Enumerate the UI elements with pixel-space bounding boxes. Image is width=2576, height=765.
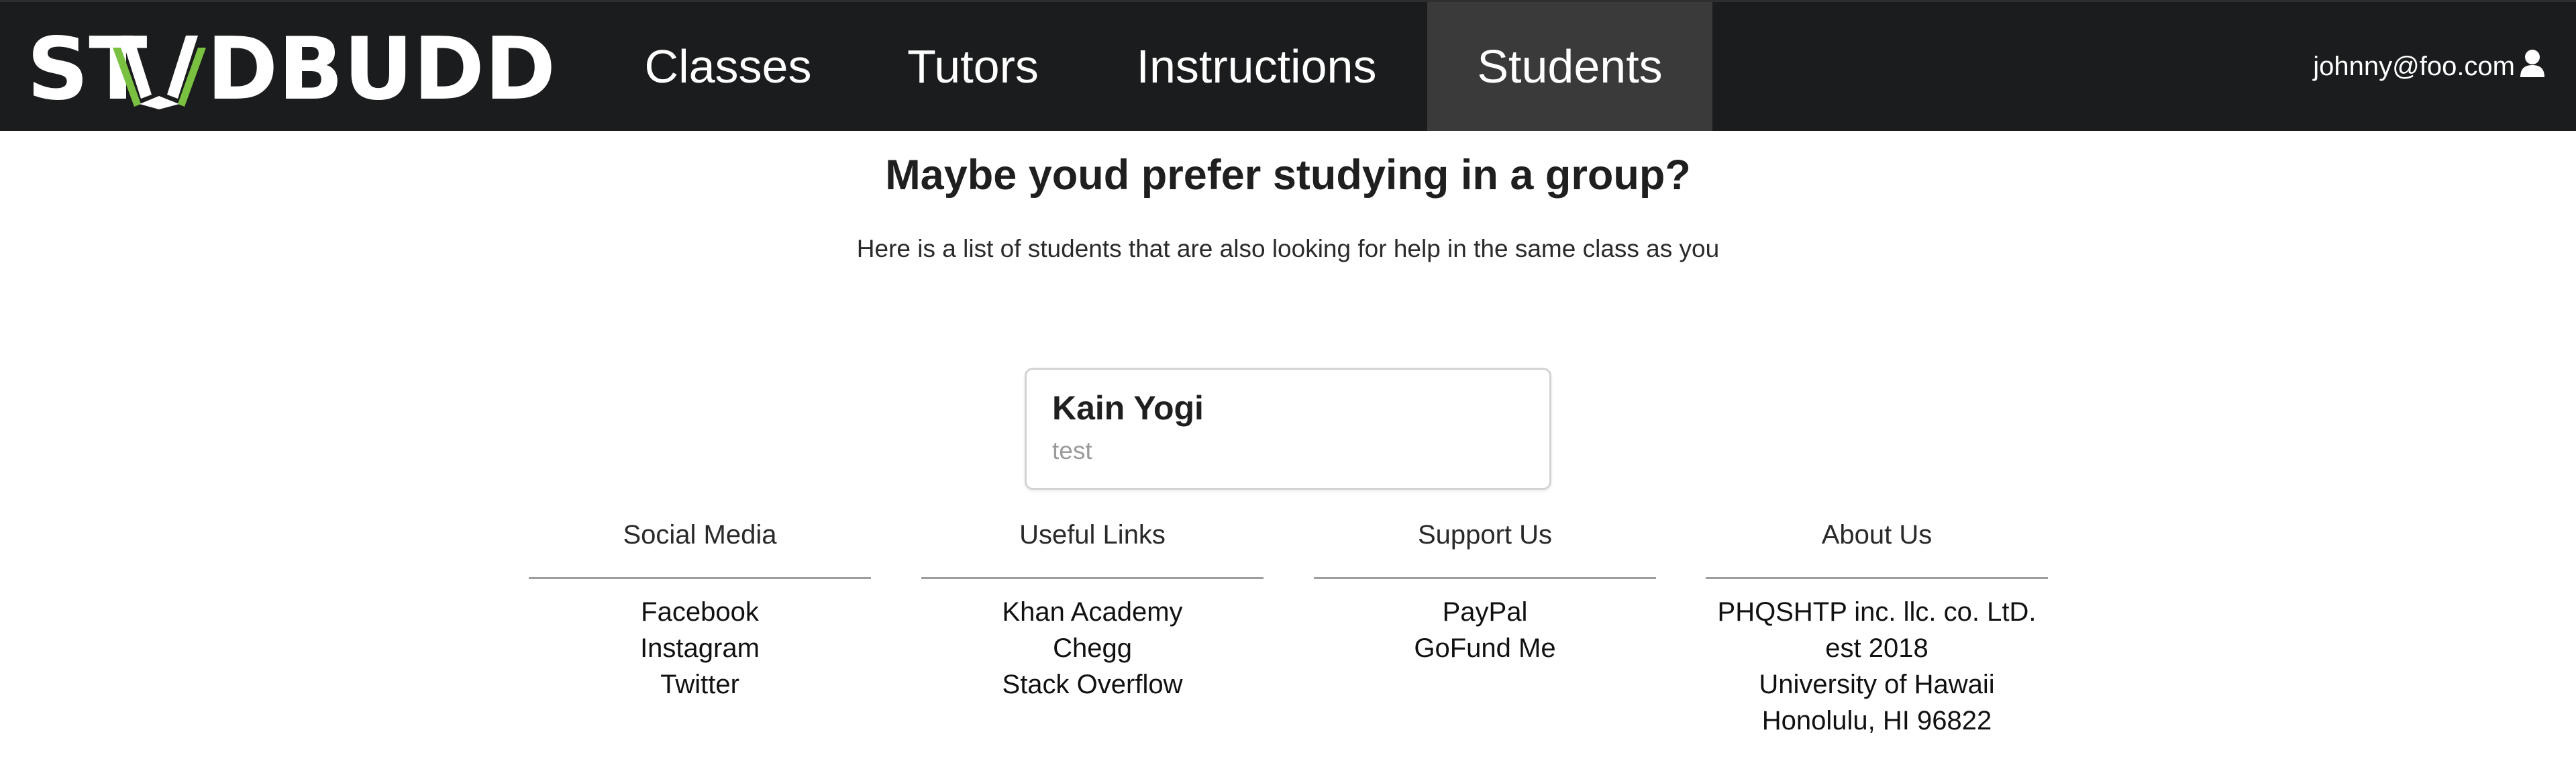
top-navbar: ST DBUDD Classes Tutors Instructions Stu… — [0, 0, 2576, 131]
footer-link-paypal[interactable]: PayPal — [1314, 594, 1656, 630]
footer-link-khan-academy[interactable]: Khan Academy — [921, 594, 1264, 630]
footer-divider — [1706, 577, 2048, 579]
footer-divider — [1314, 577, 1656, 579]
studbudd-logo[interactable]: ST DBUDD — [27, 21, 564, 115]
footer-link-facebook[interactable]: Facebook — [529, 594, 871, 630]
footer-link-instagram[interactable]: Instagram — [529, 630, 871, 666]
footer-useful-title: Useful Links — [1019, 520, 1166, 550]
footer-about-us: About Us PHQSHTP inc. llc. co. LtD. est … — [1706, 517, 2048, 739]
svg-text:ST: ST — [27, 21, 148, 115]
nav-tutors[interactable]: Tutors — [866, 2, 1080, 131]
footer-about-university: University of Hawaii — [1759, 670, 1995, 699]
footer-link-gofundme[interactable]: GoFund Me — [1314, 630, 1656, 666]
page-title: Maybe youd prefer studying in a group? — [885, 152, 1691, 199]
student-meta: test — [1052, 437, 1092, 464]
footer-support-us: Support Us PayPal GoFund Me — [1314, 517, 1656, 666]
nav-students[interactable]: Students — [1427, 2, 1712, 131]
nav-students-label: Students — [1477, 40, 1663, 93]
user-icon — [2519, 49, 2546, 84]
footer-link-stack-overflow[interactable]: Stack Overflow — [921, 666, 1264, 703]
footer-about-company: PHQSHTP inc. llc. co. LtD. est 2018 — [1717, 597, 2037, 663]
footer-divider — [921, 577, 1264, 579]
nav-classes-label: Classes — [644, 40, 812, 93]
user-menu[interactable]: johnny@foo.com — [2313, 2, 2546, 131]
nav-instructions-label: Instructions — [1136, 40, 1377, 93]
logo-graphic: ST DBUDD — [27, 21, 556, 115]
footer-about-location: Honolulu, HI 96822 — [1761, 706, 1992, 735]
footer-social-media: Social Media Facebook Instagram Twitter — [529, 517, 871, 703]
page-subtitle: Here is a list of students that are also… — [856, 235, 1720, 262]
footer-about-title: About Us — [1821, 520, 1933, 550]
footer-useful-links: Useful Links Khan Academy Chegg Stack Ov… — [921, 517, 1264, 703]
student-card[interactable]: Kain Yogi test — [1025, 368, 1551, 490]
footer-divider — [529, 577, 871, 579]
footer-support-title: Support Us — [1417, 520, 1553, 550]
nav-tutors-label: Tutors — [907, 40, 1039, 93]
user-email: johnny@foo.com — [2313, 51, 2515, 81]
nav-classes[interactable]: Classes — [624, 2, 832, 131]
footer-social-title: Social Media — [623, 520, 777, 550]
student-name: Kain Yogi — [1052, 389, 1204, 427]
nav-instructions[interactable]: Instructions — [1114, 2, 1399, 131]
footer-link-chegg[interactable]: Chegg — [921, 630, 1264, 666]
svg-text:DBUDD: DBUDD — [207, 21, 556, 115]
footer-link-twitter[interactable]: Twitter — [529, 666, 871, 703]
